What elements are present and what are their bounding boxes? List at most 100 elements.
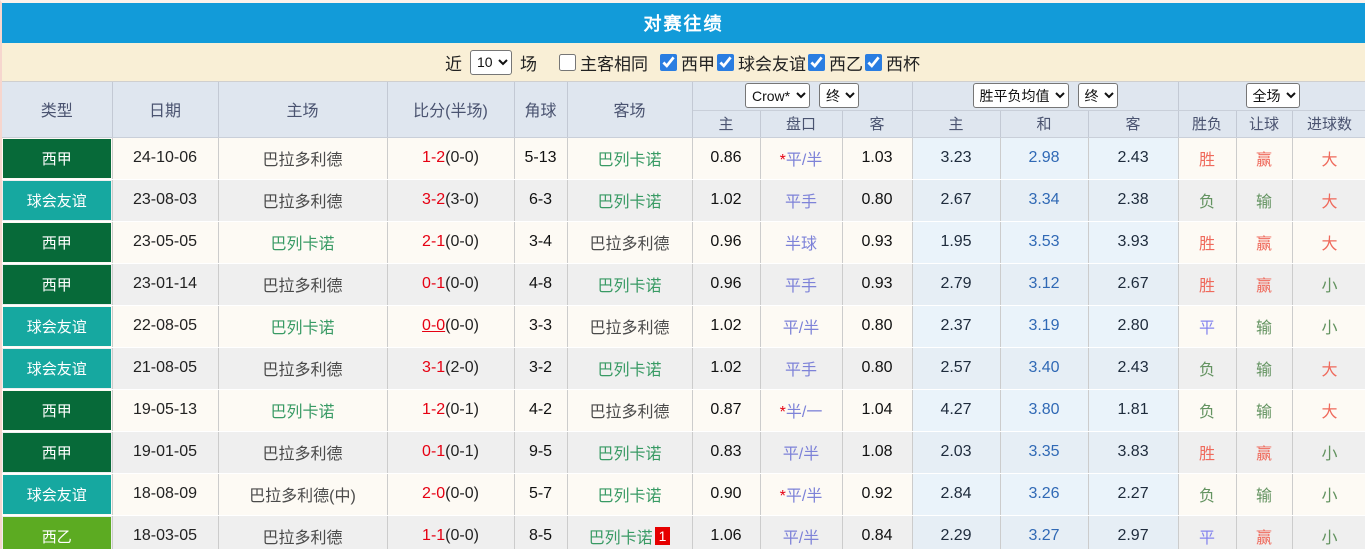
scope-select[interactable]: 全场: [1245, 83, 1300, 109]
result-goals-cell: 大: [1292, 137, 1365, 180]
score-cell: 2-0(0-0): [387, 473, 515, 516]
away-note-badge: 1: [654, 527, 671, 545]
col-res-goal: 进球数: [1292, 110, 1365, 138]
odds-source-select[interactable]: Crow*: [745, 83, 810, 109]
league-badge: 西甲: [3, 264, 111, 304]
col-score: 比分(半场): [387, 82, 515, 138]
away-team: 巴列卡诺: [567, 263, 693, 306]
col-type: 类型: [2, 82, 113, 138]
same-venue-checkbox[interactable]: [559, 53, 576, 71]
result-goals-cell: 大: [1292, 179, 1365, 222]
result-wdl-cell: 胜: [1178, 221, 1237, 264]
col-res-hc: 让球: [1236, 110, 1293, 138]
result-handicap-cell: 赢: [1236, 221, 1293, 264]
avg-away-cell: 2.43: [1088, 347, 1179, 390]
match-date: 19-05-13: [112, 389, 219, 432]
corners-cell: 4-8: [514, 263, 568, 306]
league-checkbox-friendly[interactable]: [717, 53, 734, 71]
home-team: 巴拉多利德: [218, 179, 388, 222]
odds-home-cell: 0.86: [692, 137, 761, 180]
match-count-select[interactable]: 10: [470, 49, 512, 75]
score-cell: 3-1(2-0): [387, 347, 515, 390]
result-handicap-cell: 输: [1236, 389, 1293, 432]
handicap-cell: 平手: [760, 347, 843, 390]
odds-home-cell: 0.87: [692, 389, 761, 432]
home-team: 巴列卡诺: [218, 389, 388, 432]
avg-time-select[interactable]: 终: [1077, 83, 1118, 109]
home-team: 巴列卡诺: [218, 221, 388, 264]
panel-title: 对赛往绩: [2, 3, 1365, 43]
result-goals-cell: 小: [1292, 305, 1365, 348]
match-row: 球会友谊 18-08-09 巴拉多利德(中) 2-0(0-0) 5-7 巴列卡诺…: [2, 473, 1365, 516]
col-handicap: 盘口: [760, 110, 843, 138]
odds-away-cell: 0.93: [842, 221, 913, 264]
match-date: 24-10-06: [112, 137, 219, 180]
home-team: 巴拉多利德: [218, 431, 388, 474]
col-avg-away: 客: [1088, 110, 1179, 138]
away-team: 巴列卡诺: [567, 137, 693, 180]
col-res-wdl: 胜负: [1178, 110, 1237, 138]
col-avg-draw: 和: [1000, 110, 1089, 138]
near-label: 近: [445, 54, 462, 74]
games-label: 场: [520, 54, 537, 74]
score-cell: 1-2(0-0): [387, 137, 515, 180]
match-date: 23-08-03: [112, 179, 219, 222]
type-cell: 西甲: [2, 137, 113, 180]
corners-cell: 9-5: [514, 431, 568, 474]
result-wdl-cell: 负: [1178, 389, 1237, 432]
away-team: 巴拉多利德: [567, 389, 693, 432]
corners-cell: 5-13: [514, 137, 568, 180]
odds-away-cell: 0.84: [842, 515, 913, 549]
away-team: 巴列卡诺 1: [567, 515, 693, 549]
odds-home-cell: 0.83: [692, 431, 761, 474]
result-wdl-cell: 负: [1178, 179, 1237, 222]
handicap-cell: *平/半: [760, 137, 843, 180]
avg-away-cell: 2.97: [1088, 515, 1179, 549]
result-goals-cell: 小: [1292, 515, 1365, 549]
result-wdl-cell: 平: [1178, 515, 1237, 549]
table-body: 西甲 24-10-06 巴拉多利德 1-2(0-0) 5-13 巴列卡诺 0.8…: [2, 137, 1365, 549]
result-wdl-cell: 负: [1178, 473, 1237, 516]
corners-cell: 3-2: [514, 347, 568, 390]
type-cell: 西乙: [2, 515, 113, 549]
match-date: 18-08-09: [112, 473, 219, 516]
score-cell: 1-2(0-1): [387, 389, 515, 432]
avg-away-cell: 3.83: [1088, 431, 1179, 474]
odds-away-cell: 0.93: [842, 263, 913, 306]
odds-time-select[interactable]: 终: [819, 83, 859, 109]
corners-cell: 3-3: [514, 305, 568, 348]
away-team: 巴列卡诺: [567, 179, 693, 222]
match-row: 球会友谊 23-08-03 巴拉多利德 3-2(3-0) 6-3 巴列卡诺 1.…: [2, 179, 1365, 222]
avg-home-cell: 2.03: [912, 431, 1001, 474]
league-label-friendly: 球会友谊: [738, 54, 806, 74]
league-badge: 西甲: [3, 222, 111, 262]
odds-away-cell: 0.80: [842, 305, 913, 348]
result-goals-cell: 小: [1292, 263, 1365, 306]
type-cell: 西甲: [2, 431, 113, 474]
avg-away-cell: 2.43: [1088, 137, 1179, 180]
avg-home-cell: 2.29: [912, 515, 1001, 549]
match-row: 西乙 18-03-05 巴拉多利德 1-1(0-0) 8-5 巴列卡诺 1 1.0…: [2, 515, 1365, 549]
col-corners: 角球: [514, 82, 568, 138]
result-goals-cell: 小: [1292, 431, 1365, 474]
result-handicap-cell: 输: [1236, 179, 1293, 222]
avg-draw-cell: 3.35: [1000, 431, 1089, 474]
away-team: 巴列卡诺: [567, 431, 693, 474]
odds-home-cell: 1.02: [692, 305, 761, 348]
result-handicap-cell: 赢: [1236, 263, 1293, 306]
home-team: 巴列卡诺: [218, 305, 388, 348]
avg-draw-cell: 2.98: [1000, 137, 1089, 180]
col-avg-home: 主: [912, 110, 1001, 138]
result-handicap-cell: 赢: [1236, 137, 1293, 180]
league-checkbox-segunda[interactable]: [808, 53, 825, 71]
match-row: 西甲 23-01-14 巴拉多利德 0-1(0-0) 4-8 巴列卡诺 0.96…: [2, 263, 1365, 306]
match-date: 23-05-05: [112, 221, 219, 264]
score-cell: 2-1(0-0): [387, 221, 515, 264]
avg-type-select[interactable]: 胜平负均值: [972, 83, 1069, 109]
col-home: 主场: [218, 82, 388, 138]
league-checkbox-copa[interactable]: [865, 53, 882, 71]
type-cell: 西甲: [2, 263, 113, 306]
type-cell: 西甲: [2, 221, 113, 264]
league-checkbox-liga[interactable]: [660, 53, 677, 71]
match-date: 18-03-05: [112, 515, 219, 549]
